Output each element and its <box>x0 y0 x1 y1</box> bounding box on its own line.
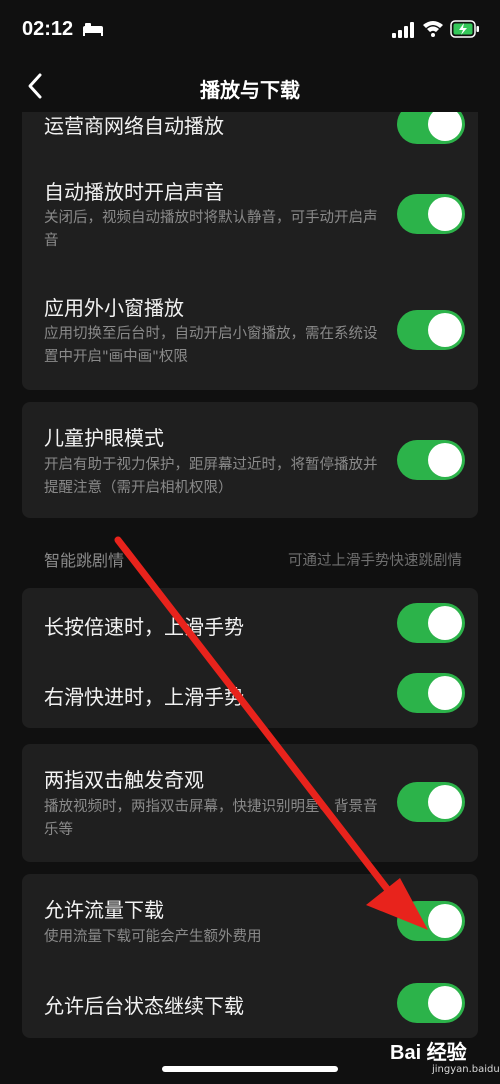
setting-title: 自动播放时开启声音 <box>44 180 224 204</box>
setting-title: 两指双击触发奇观 <box>44 768 204 792</box>
setting-row-right-swipe: 右滑快进时，上滑手势 <box>22 658 478 728</box>
setting-title: 儿童护眼模式 <box>44 426 164 450</box>
toggle-knob <box>428 986 462 1020</box>
setting-description: 使用流量下载可能会产生额外费用 <box>44 929 262 945</box>
setting-row-autoplay-sound: 自动播放时开启声音 关闭后，视频自动播放时将默认静音，可手动开启声音 <box>22 154 478 270</box>
setting-row-long-press-swipe: 长按倍速时，上滑手势 <box>22 588 478 658</box>
toggle-child-eye-care[interactable] <box>397 440 465 480</box>
setting-row-child-eye-care: 儿童护眼模式 开启有助于视力保护，距屏幕过近时，将暂停播放并提醒注意（需开启相机… <box>22 402 478 518</box>
sleep-mode-icon <box>83 23 103 36</box>
section-hint: 可通过上滑手势快速跳剧情 <box>288 553 462 569</box>
toggle-pip[interactable] <box>397 310 465 350</box>
setting-description: 应用切换至后台时，自动开启小窗播放，需在系统设置中开启"画中画"权限 <box>44 326 378 365</box>
setting-row-pip: 应用外小窗播放 应用切换至后台时，自动开启小窗播放，需在系统设置中开启"画中画"… <box>22 270 478 390</box>
setting-title: 运营商网络自动播放 <box>44 114 224 138</box>
toggle-knob <box>428 606 462 640</box>
watermark-url: jingyan.baidu.com <box>432 1064 500 1075</box>
setting-row-cellular-download: 允许流量下载 使用流量下载可能会产生额外费用 <box>22 874 478 968</box>
setting-title: 应用外小窗播放 <box>44 296 184 320</box>
toggle-background-download[interactable] <box>397 983 465 1023</box>
watermark-brand: Bai 经验 <box>390 1042 467 1064</box>
settings-card-gestures: 长按倍速时，上滑手势 右滑快进时，上滑手势 <box>22 588 478 728</box>
settings-card-eye-care: 儿童护眼模式 开启有助于视力保护，距屏幕过近时，将暂停播放并提醒注意（需开启相机… <box>22 402 478 518</box>
setting-title: 允许流量下载 <box>44 898 164 922</box>
toggle-knob <box>428 904 462 938</box>
section-title-smart-skip: 智能跳剧情 <box>44 551 125 570</box>
cellular-signal-icon <box>392 22 414 38</box>
setting-title: 允许后台状态继续下载 <box>44 994 244 1018</box>
settings-card-wonder: 两指双击触发奇观 播放视频时，两指双击屏幕，快捷识别明星、背景音乐等 <box>22 744 478 862</box>
toggle-two-finger-tap[interactable] <box>397 782 465 822</box>
baidu-jingyan-watermark: Bai 经验 jingyan.baidu.com <box>390 1034 500 1080</box>
page-title: 播放与下载 <box>200 78 300 102</box>
setting-row-two-finger-tap: 两指双击触发奇观 播放视频时，两指双击屏幕，快捷识别明星、背景音乐等 <box>22 744 478 862</box>
toggle-knob <box>428 443 462 477</box>
setting-description: 关闭后，视频自动播放时将默认静音，可手动开启声音 <box>44 210 378 249</box>
toggle-cellular-download[interactable] <box>397 901 465 941</box>
toggle-knob <box>428 785 462 819</box>
navigation-bar: 播放与下载 <box>0 62 500 112</box>
settings-card-autoplay: 运营商网络自动播放 自动播放时开启声音 关闭后，视频自动播放时将默认静音，可手动… <box>22 90 478 390</box>
status-bar: 02:12 <box>0 0 500 62</box>
toggle-knob <box>428 107 462 141</box>
home-indicator <box>162 1066 338 1072</box>
toggle-autoplay-sound[interactable] <box>397 194 465 234</box>
toggle-knob <box>428 197 462 231</box>
toggle-right-swipe[interactable] <box>397 673 465 713</box>
setting-title: 长按倍速时，上滑手势 <box>44 615 244 639</box>
setting-title: 右滑快进时，上滑手势 <box>44 685 244 709</box>
toggle-long-press-swipe[interactable] <box>397 603 465 643</box>
setting-description: 开启有助于视力保护，距屏幕过近时，将暂停播放并提醒注意（需开启相机权限） <box>44 457 378 496</box>
toggle-knob <box>428 676 462 710</box>
setting-description: 播放视频时，两指双击屏幕，快捷识别明星、背景音乐等 <box>44 799 378 838</box>
wifi-icon <box>423 21 443 37</box>
setting-row-background-download: 允许后台状态继续下载 <box>22 968 478 1038</box>
settings-card-download: 允许流量下载 使用流量下载可能会产生额外费用 允许后台状态继续下载 <box>22 874 478 1038</box>
toggle-knob <box>428 313 462 347</box>
status-time: 02:12 <box>22 18 74 40</box>
battery-charging-icon <box>450 20 479 38</box>
